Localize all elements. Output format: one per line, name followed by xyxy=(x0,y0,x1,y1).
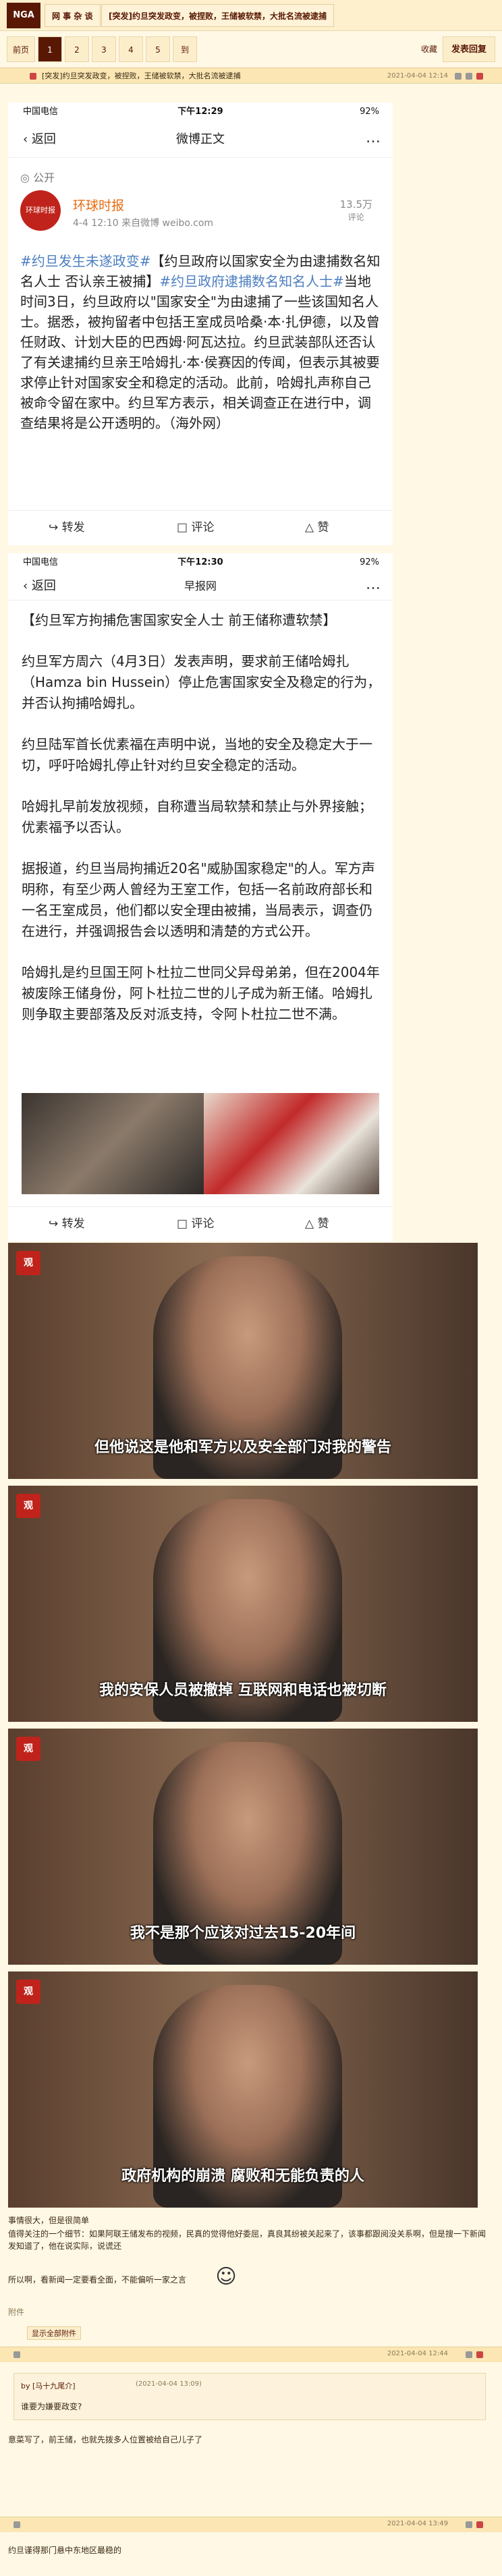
quote-icon[interactable] xyxy=(466,73,472,80)
article-paragraph: 约旦军方周六（4月3日）发表声明，要求前王储哈姆扎（Hamza bin Huss… xyxy=(22,653,381,711)
post-footnote-2: 值得关注的一个细节：如果阿联王储发布的视频，民真的觉得他好委屈，真良其纷被关起来… xyxy=(8,2229,486,2251)
post-header: [突发]约旦突发政变，被捏败，王储被软禁，大批名流被逮捕 2021-04-04 … xyxy=(0,67,502,84)
collect-link[interactable]: 收藏 xyxy=(421,36,437,62)
king-photo xyxy=(22,1093,204,1194)
reply-text: 意菜写了，前王储，也就先拨多人位置被给自己儿子了 xyxy=(8,2435,203,2444)
author-avatar[interactable]: 环球时报 xyxy=(20,190,61,231)
article-headline: 【约旦军方拘捕危害国家安全人士 前王储称遭软禁】 xyxy=(22,612,337,628)
video-subtitle: 但他说这是他和军方以及安全部门对我的警告 xyxy=(94,1439,391,1456)
post-footnote-1: 事情很大，但是很简单 xyxy=(8,2216,90,2225)
reply-text: 约旦谨得那门悬中东地区最稳的 xyxy=(8,2546,122,2555)
quote-date: (2021-04-04 13:09) xyxy=(136,2380,202,2388)
edit-icon[interactable] xyxy=(455,73,462,80)
weibo-screenshot-1: 中国电信 下午12:29 92% ‹ 返回 微博正文 … ◎ 公开 环球时报 环… xyxy=(8,103,393,545)
share-button[interactable]: ↪ 转发 xyxy=(49,511,85,544)
report-icon[interactable] xyxy=(476,73,483,80)
more-icon[interactable]: … xyxy=(366,121,381,155)
action-bar: ↪ 转发 □ 评论 △ 赞 xyxy=(8,510,393,544)
article-text: 【约旦军方拘捕危害国家安全人士 前王储称遭软禁】 约旦军方周六（4月3日）发表声… xyxy=(22,610,383,1025)
quote-icon[interactable] xyxy=(466,2351,472,2358)
video-frame-4[interactable]: 观 政府机构的崩溃 腐败和无能负责的人 xyxy=(8,1971,478,2208)
body-text: 当地时间3日，约旦政府以"国家安全"为由逮捕了一些该国知名人士。据悉，被拘留者中… xyxy=(20,273,380,431)
report-icon[interactable] xyxy=(476,2351,483,2358)
sticker-icon: ☺ xyxy=(215,2265,237,2289)
prince-photo xyxy=(204,1093,379,1194)
channel-badge: 观 xyxy=(16,1251,40,1275)
post-title: [突发]约旦突发政变，被捏败，王储被软禁，大批名流被逮捕 xyxy=(42,72,241,80)
page-4[interactable]: 4 xyxy=(119,36,143,62)
page-3[interactable]: 3 xyxy=(92,36,116,62)
more-icon[interactable]: … xyxy=(366,572,381,598)
breadcrumb-thread[interactable]: [突发]约旦突发政变，被捏败，王储被软禁，大批名流被逮捕 xyxy=(101,4,334,27)
quote-icon[interactable] xyxy=(466,2521,472,2528)
quote-user[interactable]: by [马十九尾介] xyxy=(21,2380,76,2391)
post-footnote-3: 所以啊，看新闻一定要看全面，不能偏听一家之言 xyxy=(8,2275,187,2285)
video-subtitle: 政府机构的崩溃 腐败和无能负责的人 xyxy=(121,2168,364,2185)
reply-button[interactable]: 发表回复 xyxy=(443,36,495,62)
nav-title: 微博正文 xyxy=(176,132,225,146)
post-meta: 4-4 12:10 来自微博 weibo.com xyxy=(73,218,214,229)
top-bar: NGA 网 事 杂 谈 [突发]约旦突发政变，被捏败，王储被软禁，大批名流被逮捕 xyxy=(0,0,502,31)
report-icon[interactable] xyxy=(476,2521,483,2528)
attachment-label: 附件 xyxy=(8,2307,25,2317)
nga-logo[interactable]: NGA xyxy=(7,3,40,28)
user-icon[interactable] xyxy=(13,2521,20,2528)
status-bar: 中国电信 下午12:30 92% xyxy=(8,553,393,572)
reply-date: 2021-04-04 12:44 xyxy=(387,2350,448,2357)
article-paragraph: 据报道，约旦当局拘捕近20名"威胁国家稳定"的人。军方声明称，有至少两人曾经为王… xyxy=(22,860,375,939)
video-subtitle: 我的安保人员被撤掉 互联网和电话也被切断 xyxy=(99,1682,387,1699)
pager-bar: 前页 1 2 3 4 5 到 收藏 发表回复 xyxy=(0,36,502,63)
show-attachments-button[interactable]: 显示全部附件 xyxy=(27,2326,81,2340)
time-label: 下午12:29 xyxy=(177,107,223,117)
share-button[interactable]: ↪ 转发 xyxy=(49,1207,85,1241)
quote-block: by [马十九尾介] (2021-04-04 13:09) 谁要为嫌要政变? xyxy=(13,2373,486,2420)
video-frame-1[interactable]: 观 但他说这是他和军方以及安全部门对我的警告 xyxy=(8,1243,478,1479)
topic-tag-1[interactable]: #约旦发生未遂政变# xyxy=(20,253,151,269)
status-bar: 中国电信 下午12:29 92% xyxy=(8,103,393,121)
reply-date: 2021-04-04 13:49 xyxy=(387,2520,448,2527)
comment-button[interactable]: □ 评论 xyxy=(177,511,214,544)
breadcrumb-forum[interactable]: 网 事 杂 谈 xyxy=(45,4,101,27)
topic-tag-2[interactable]: #约旦政府逮捕数名知名人士# xyxy=(159,273,344,289)
source-title: 早报网 xyxy=(184,580,217,592)
nav-bar: ‹ 返回 早报网 … xyxy=(8,572,393,600)
action-bar: ↪ 转发 □ 评论 △ 赞 xyxy=(8,1206,393,1240)
fans-count: 13.5万 评论 xyxy=(339,198,372,222)
visibility-label: ◎ 公开 xyxy=(20,171,55,184)
goto-page-button[interactable]: 到 xyxy=(173,36,197,62)
video-frame-2[interactable]: 观 我的安保人员被撤掉 互联网和电话也被切断 xyxy=(8,1486,478,1722)
article-paragraph: 哈姆扎早前发放视频，自称遭当局软禁和禁止与外界接触；优素福予以否认。 xyxy=(22,798,372,835)
weibo-text: #约旦发生未遂政变#【约旦政府以国家安全为由逮捕数名知名人士 否认亲王被捕】#约… xyxy=(20,251,381,433)
video-subtitle: 我不是那个应该对过去15-20年间 xyxy=(130,1925,356,1942)
article-paragraph: 哈姆扎是约旦国王阿卜杜拉二世同父异母弟弟，但在2004年被废除王储身份，阿卜杜拉… xyxy=(22,964,380,1022)
article-paragraph: 约旦陆军首长优素福在声明中说，当地的安全及稳定大于一切，呼吁哈姆扎停止针对约旦安… xyxy=(22,736,372,773)
channel-badge: 观 xyxy=(16,1494,40,1518)
weibo-screenshot-2: 中国电信 下午12:30 92% ‹ 返回 早报网 … 【约旦军方拘捕危害国家安… xyxy=(8,553,393,1241)
channel-badge: 观 xyxy=(16,1980,40,2004)
channel-badge: 观 xyxy=(16,1737,40,1761)
prev-page-button[interactable]: 前页 xyxy=(7,36,35,62)
lock-icon: ◎ xyxy=(20,171,30,184)
battery-label: 92% xyxy=(360,107,379,117)
time-label: 下午12:30 xyxy=(177,557,223,567)
comment-button[interactable]: □ 评论 xyxy=(177,1207,214,1241)
video-frame-3[interactable]: 观 我不是那个应该对过去15-20年间 xyxy=(8,1729,478,1965)
user-icon[interactable] xyxy=(13,2351,20,2358)
quote-text: 谁要为嫌要政变? xyxy=(21,2402,82,2411)
page-5[interactable]: 5 xyxy=(146,36,170,62)
page-2[interactable]: 2 xyxy=(65,36,89,62)
like-button[interactable]: △ 赞 xyxy=(305,1207,329,1241)
author-name[interactable]: 环球时报 xyxy=(73,196,124,214)
reply-post-2: 2021-04-04 13:49 约旦谨得那门悬中东地区最稳的 xyxy=(0,2517,502,2576)
nav-bar: ‹ 返回 微博正文 … xyxy=(8,121,393,158)
page-1[interactable]: 1 xyxy=(38,36,62,62)
battery-label: 92% xyxy=(360,557,379,567)
reply-post-1: 2021-04-04 12:44 by [马十九尾介] (2021-04-04 … xyxy=(0,2347,502,2479)
post-date: 2021-04-04 12:14 xyxy=(387,72,448,80)
post-icon xyxy=(30,73,36,80)
like-button[interactable]: △ 赞 xyxy=(305,511,329,544)
